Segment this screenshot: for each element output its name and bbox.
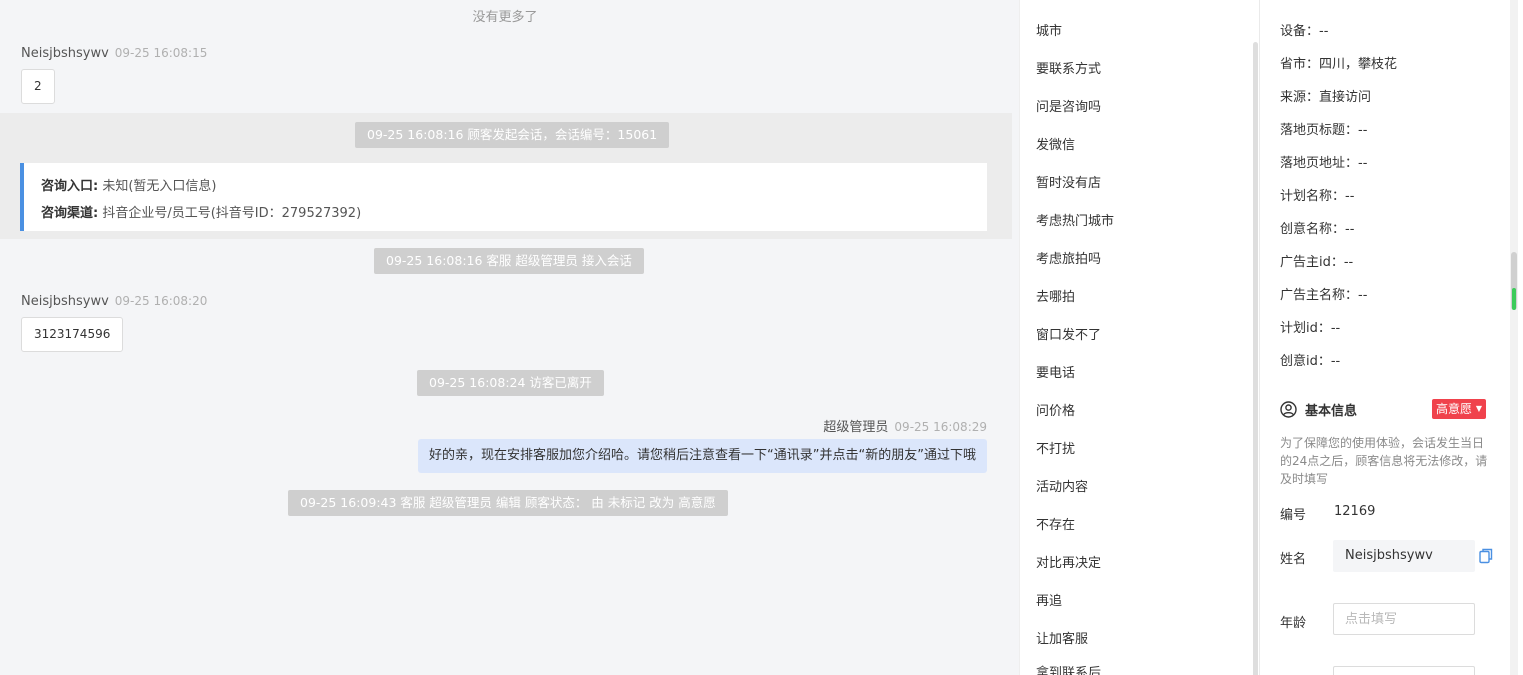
quick-reply-item[interactable]: 问是咨询吗 <box>1036 96 1101 115</box>
attr-plan-name: 计划名称：-- <box>1280 189 1355 204</box>
edit-deadline-notice: 为了保障您的使用体验，会话发生当日的24点之后，顾客信息将无法修改，请及时填写 <box>1280 436 1488 486</box>
quick-reply-item[interactable]: 让加客服 <box>1036 628 1088 647</box>
scroll-indicator <box>1512 288 1516 310</box>
caret-down-icon: ▼ <box>1475 404 1482 413</box>
message-header: Neisjbshsywv 09-25 16:08:20 <box>21 294 207 309</box>
session-start-block: 09-25 16:08:16 顾客发起会话，会话编号：15061 咨询入口: 未… <box>0 113 1012 239</box>
quick-reply-item[interactable]: 暂时没有店 <box>1036 172 1101 191</box>
id-label: 编号 <box>1280 508 1307 523</box>
customer-message-bubble: 3123174596 <box>21 317 124 352</box>
message-header: Neisjbshsywv 09-25 16:08:15 <box>21 46 207 61</box>
system-message: 09-25 16:08:16 顾客发起会话，会话编号：15061 <box>355 122 670 148</box>
consult-entry-row: 咨询入口: 未知(暂无入口信息) <box>41 173 987 200</box>
copy-icon[interactable] <box>1479 548 1493 564</box>
attr-landing-title: 落地页标题：-- <box>1280 123 1368 138</box>
system-message: 09-25 16:09:43 客服 超级管理员 编辑 顾客状态： 由 未标记 改… <box>288 490 728 516</box>
quick-reply-item[interactable]: 要电话 <box>1036 362 1075 381</box>
quick-reply-item[interactable]: 窗口发不了 <box>1036 324 1101 343</box>
message-time: 09-25 16:08:20 <box>114 294 208 308</box>
quick-reply-item[interactable]: 对比再决定 <box>1036 552 1101 571</box>
quick-reply-scrollbar[interactable] <box>1253 42 1258 675</box>
attr-province-city: 省市：四川，攀枝花 <box>1280 57 1398 72</box>
system-message: 09-25 16:08:16 客服 超级管理员 接入会话 <box>374 248 644 274</box>
consult-info-card: 咨询入口: 未知(暂无入口信息) 咨询渠道: 抖音企业号/员工号(抖音号ID：2… <box>20 163 987 231</box>
agent-message-bubble: 好的亲，现在安排客服加您介绍哈。请您稍后注意查看一下“通讯录”并点击“新的朋友”… <box>418 439 987 473</box>
quick-reply-item[interactable]: 活动内容 <box>1036 476 1088 495</box>
system-message: 09-25 16:08:24 访客已离开 <box>417 370 604 396</box>
consult-entry-label: 咨询入口: <box>41 179 99 194</box>
attr-creative-name: 创意名称：-- <box>1280 222 1355 237</box>
quick-reply-item[interactable]: 要联系方式 <box>1036 58 1101 77</box>
attr-device: 设备：-- <box>1280 24 1329 39</box>
attr-plan-id: 计划id：-- <box>1280 321 1341 336</box>
message-time: 09-25 16:08:29 <box>894 420 987 434</box>
next-field-input[interactable] <box>1333 666 1475 675</box>
attr-source: 来源：直接访问 <box>1280 90 1372 105</box>
consult-channel-value: 抖音企业号/员工号(抖音号ID：279527392) <box>102 206 362 221</box>
attr-creative-id: 创意id：-- <box>1280 354 1341 369</box>
consult-channel-row: 咨询渠道: 抖音企业号/员工号(抖音号ID：279527392) <box>41 200 987 227</box>
customer-message-bubble: 2 <box>21 69 55 104</box>
sender-name: Neisjbshsywv <box>21 294 109 309</box>
quick-reply-item[interactable]: 拿到联系后 <box>1036 662 1101 675</box>
name-field[interactable]: Neisjbshsywv <box>1333 540 1475 572</box>
age-label: 年龄 <box>1280 616 1307 631</box>
quick-reply-item[interactable]: 问价格 <box>1036 400 1075 419</box>
name-label: 姓名 <box>1280 552 1307 567</box>
basic-info-title: 基本信息 <box>1280 400 1357 419</box>
attr-advertiser-id: 广告主id：-- <box>1280 255 1354 270</box>
quick-reply-item[interactable]: 发微信 <box>1036 134 1075 153</box>
agent-message-header: 超级管理员 09-25 16:08:29 <box>823 416 987 435</box>
consult-channel-label: 咨询渠道: <box>41 206 99 221</box>
attr-advertiser-name: 广告主名称：-- <box>1280 288 1368 303</box>
no-more-hint: 没有更多了 <box>472 10 538 25</box>
intent-status-label: 高意愿 <box>1436 402 1473 416</box>
customer-info-panel: 设备：-- 省市：四川，攀枝花 来源：直接访问 落地页标题：-- 落地页地址：-… <box>1259 0 1523 675</box>
quick-reply-item[interactable]: 考虑热门城市 <box>1036 210 1114 229</box>
customer-info-scrollbar-track[interactable] <box>1510 0 1518 675</box>
quick-reply-item[interactable]: 不存在 <box>1036 514 1075 533</box>
quick-reply-list: 城市 要联系方式 问是咨询吗 发微信 暂时没有店 考虑热门城市 考虑旅拍吗 去哪… <box>1019 0 1259 675</box>
quick-reply-item[interactable]: 去哪拍 <box>1036 286 1075 305</box>
sender-name: Neisjbshsywv <box>21 46 109 61</box>
agent-name: 超级管理员 <box>823 420 889 435</box>
consult-entry-value: 未知(暂无入口信息) <box>102 179 217 194</box>
quick-reply-item[interactable]: 考虑旅拍吗 <box>1036 248 1101 267</box>
chat-panel: 没有更多了 Neisjbshsywv 09-25 16:08:15 2 09-25… <box>0 0 1019 675</box>
basic-info-label: 基本信息 <box>1305 404 1358 419</box>
quick-reply-item[interactable]: 城市 <box>1036 20 1062 39</box>
message-time: 09-25 16:08:15 <box>114 46 208 60</box>
user-circle-icon <box>1280 401 1297 418</box>
intent-status-dropdown[interactable]: 高意愿 ▼ <box>1432 399 1486 419</box>
attr-landing-url: 落地页地址：-- <box>1280 156 1368 171</box>
age-input[interactable] <box>1333 603 1475 635</box>
quick-reply-item[interactable]: 再追 <box>1036 590 1062 609</box>
quick-reply-item[interactable]: 不打扰 <box>1036 438 1075 457</box>
id-value: 12169 <box>1334 504 1376 519</box>
